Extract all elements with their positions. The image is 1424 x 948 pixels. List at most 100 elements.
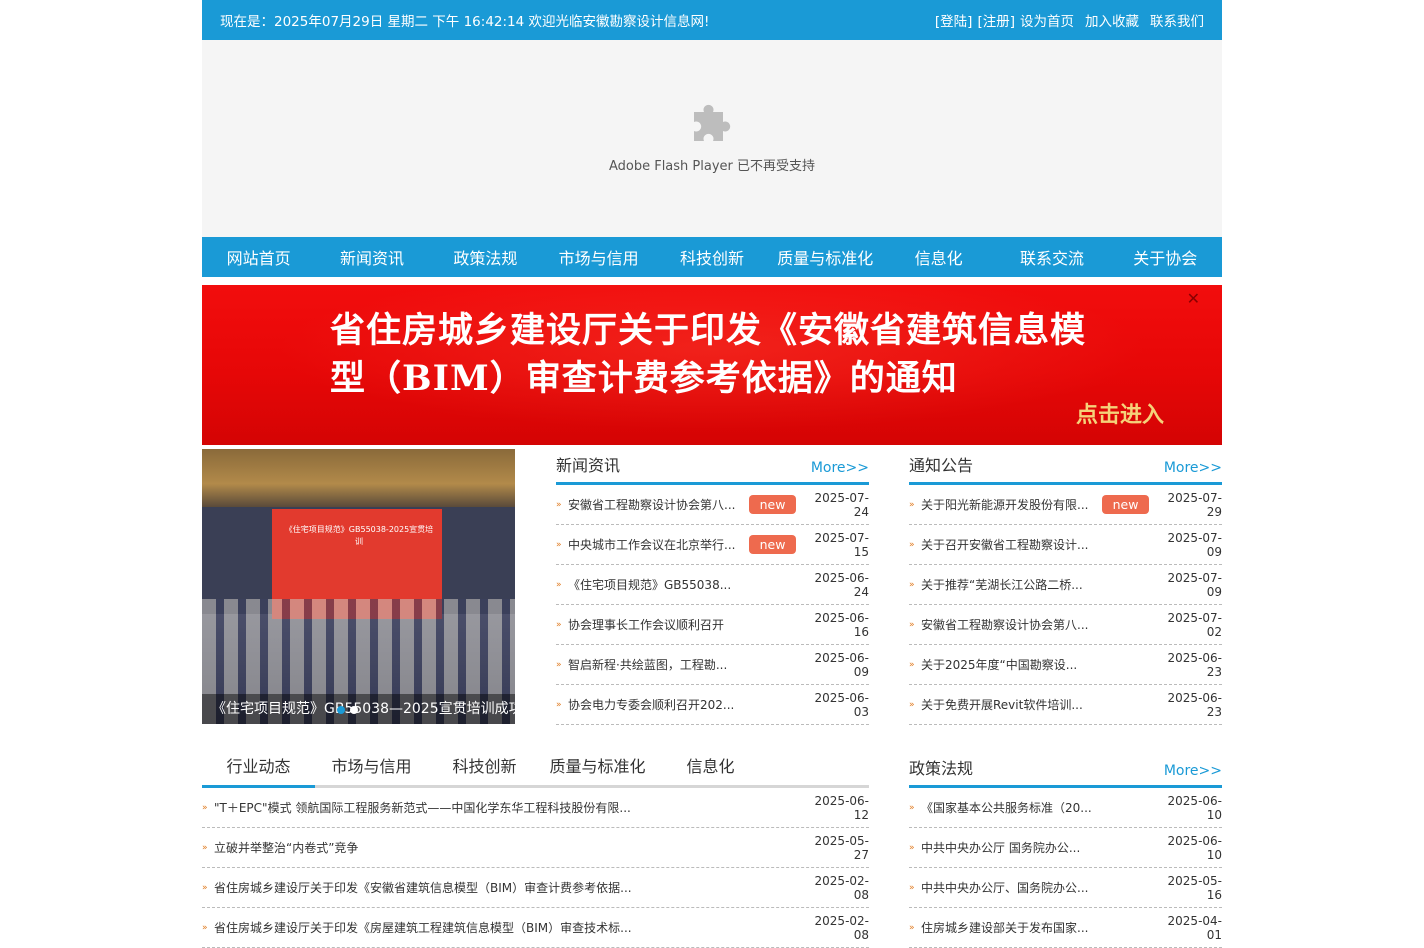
nav-informatization[interactable]: 信息化: [882, 245, 995, 269]
nav-market-credit[interactable]: 市场与信用: [542, 245, 655, 269]
list-item-title[interactable]: 《国家基本公共服务标准（20...: [921, 799, 1154, 816]
tab-informatization[interactable]: 信息化: [654, 753, 767, 785]
slide-stage-text: 《住宅项目规范》GB55038-2025宣贯培训: [284, 525, 434, 546]
tab-tech-innovation[interactable]: 科技创新: [428, 753, 541, 785]
policy-list: » 《国家基本公共服务标准（20... 2025-06-10 » 中共中央办公厅 国务院…: [909, 788, 1222, 948]
list-item-title[interactable]: 关于免费开展Revit软件培训...: [921, 696, 1154, 713]
announcement-banner[interactable]: 省住房城乡建设厅关于印发《安徽省建筑信息模型（BIM）审查计费参考依据》的通知 …: [202, 285, 1222, 445]
list-item[interactable]: » 省住房城乡建设厅关于印发《安徽省建筑信息模型（BIM）审查计费参考依据... 2…: [202, 868, 869, 908]
add-favorite-link[interactable]: 加入收藏: [1085, 10, 1139, 30]
banner-enter-button[interactable]: 点击进入: [1076, 397, 1164, 429]
list-item-title[interactable]: 立破并举整治“内卷式”竞争: [214, 839, 801, 856]
list-item[interactable]: » 关于免费开展Revit软件培训... 2025-06-23: [909, 685, 1222, 725]
slide-caption[interactable]: 《住宅项目规范》GB55038—2025宣贯培训成功举办: [202, 694, 515, 724]
list-item-title[interactable]: 智启新程·共绘蓝图，工程勘...: [568, 656, 801, 673]
list-item-title[interactable]: 省住房城乡建设厅关于印发《安徽省建筑信息模型（BIM）审查计费参考依据...: [214, 879, 801, 896]
bullet-arrow-icon: »: [909, 499, 915, 510]
list-item-date: 2025-06-16: [814, 610, 869, 639]
puzzle-icon: [694, 104, 731, 141]
list-item[interactable]: » 智启新程·共绘蓝图，工程勘... 2025-06-09: [556, 645, 869, 685]
bullet-arrow-icon: »: [909, 802, 915, 813]
industry-panel: 行业动态 市场与信用 科技创新 质量与标准化 信息化 » "T＋EPC"模式 领航…: [202, 750, 869, 948]
list-item[interactable]: » 中共中央办公厅、国务院办公... 2025-05-16: [909, 868, 1222, 908]
tab-industry-news[interactable]: 行业动态: [202, 753, 315, 788]
slider-dot-active[interactable]: [337, 706, 345, 714]
bullet-arrow-icon: »: [909, 579, 915, 590]
list-item-title[interactable]: 中央城市工作会议在北京举行...: [568, 536, 743, 553]
list-item-title[interactable]: 中共中央办公厅 国务院办公...: [921, 839, 1154, 856]
list-item-title[interactable]: 关于推荐“芜湖长江公路二桥...: [921, 576, 1154, 593]
policy-header: 政策法规 More>>: [909, 752, 1222, 788]
news-title: 新闻资讯: [556, 456, 621, 475]
list-item-title[interactable]: 住房城乡建设部关于发布国家...: [921, 919, 1154, 936]
login-link[interactable]: [登陆]: [935, 10, 973, 30]
nav-home[interactable]: 网站首页: [202, 245, 315, 269]
list-item[interactable]: » 安徽省工程勘察设计协会第八... 2025-07-02: [909, 605, 1222, 645]
bullet-arrow-icon: »: [556, 579, 562, 590]
register-link[interactable]: [注册]: [977, 10, 1015, 30]
list-item-date: 2025-07-24: [814, 490, 869, 519]
list-item[interactable]: » 安徽省工程勘察设计协会第八... new 2025-07-24: [556, 485, 869, 525]
list-item-title[interactable]: 省住房城乡建设厅关于印发《房屋建筑工程建筑信息模型（BIM）审查技术标...: [214, 919, 801, 936]
contact-link[interactable]: 联系我们: [1150, 10, 1204, 30]
list-item[interactable]: » "T＋EPC"模式 领航国际工程服务新范式——中国化学东华工程科技股份有限..…: [202, 788, 869, 828]
list-item-title[interactable]: 中共中央办公厅、国务院办公...: [921, 879, 1154, 896]
list-item[interactable]: » 关于召开安徽省工程勘察设计... 2025-07-09: [909, 525, 1222, 565]
list-item[interactable]: » 关于推荐“芜湖长江公路二桥... 2025-07-09: [909, 565, 1222, 605]
industry-list: » "T＋EPC"模式 领航国际工程服务新范式——中国化学东华工程科技股份有限..…: [202, 788, 869, 948]
notices-more-link[interactable]: More>>: [1164, 460, 1222, 476]
list-item[interactable]: » 中共中央办公厅 国务院办公... 2025-06-10: [909, 828, 1222, 868]
notices-list: » 关于阳光新能源开发股份有限... new 2025-07-29 » 关于召开安徽省工程…: [909, 485, 1222, 725]
list-item-title[interactable]: 关于2025年度“中国勘察设...: [921, 656, 1154, 673]
nav-about[interactable]: 关于协会: [1109, 245, 1222, 269]
list-item-date: 2025-07-15: [814, 530, 869, 559]
list-item-title[interactable]: 关于召开安徽省工程勘察设计...: [921, 536, 1154, 553]
bullet-arrow-icon: »: [909, 842, 915, 853]
close-icon[interactable]: ✕: [1187, 289, 1200, 308]
list-item[interactable]: » 协会电力专委会顺利召开202... 2025-06-03: [556, 685, 869, 725]
tab-market-credit[interactable]: 市场与信用: [315, 753, 428, 785]
list-item-title[interactable]: "T＋EPC"模式 领航国际工程服务新范式——中国化学东华工程科技股份有限...: [214, 799, 801, 816]
list-item-title[interactable]: 安徽省工程勘察设计协会第八...: [921, 616, 1154, 633]
list-item[interactable]: » 《国家基本公共服务标准（20... 2025-06-10: [909, 788, 1222, 828]
nav-tech-innovation[interactable]: 科技创新: [655, 245, 768, 269]
list-item-title[interactable]: 协会电力专委会顺利召开202...: [568, 696, 801, 713]
list-item[interactable]: » 省住房城乡建设厅关于印发《房屋建筑工程建筑信息模型（BIM）审查技术标... 2…: [202, 908, 869, 948]
list-item-date: 2025-04-01: [1167, 913, 1222, 942]
bullet-arrow-icon: »: [556, 539, 562, 550]
bullet-arrow-icon: »: [202, 882, 208, 893]
notices-panel: 通知公告 More>> » 关于阳光新能源开发股份有限... new 2025-07-…: [909, 449, 1222, 725]
tab-quality-standard[interactable]: 质量与标准化: [541, 753, 654, 785]
nav-quality-standard[interactable]: 质量与标准化: [769, 245, 882, 269]
slider-dot[interactable]: [350, 706, 358, 714]
bullet-arrow-icon: »: [202, 802, 208, 813]
list-item[interactable]: » 立破并举整治“内卷式”竞争 2025-05-27: [202, 828, 869, 868]
policy-more-link[interactable]: More>>: [1164, 763, 1222, 779]
list-item[interactable]: » 中央城市工作会议在北京举行... new 2025-07-15: [556, 525, 869, 565]
bullet-arrow-icon: »: [909, 539, 915, 550]
list-item[interactable]: » 协会理事长工作会议顺利召开 2025-06-16: [556, 605, 869, 645]
set-homepage-link[interactable]: 设为首页: [1020, 10, 1074, 30]
nav-news[interactable]: 新闻资讯: [315, 245, 428, 269]
bullet-arrow-icon: »: [909, 699, 915, 710]
photo-slider[interactable]: 《住宅项目规范》GB55038-2025宣贯培训 《住宅项目规范》GB55038…: [202, 449, 515, 724]
list-item[interactable]: » 住房城乡建设部关于发布国家... 2025-04-01: [909, 908, 1222, 948]
top-bar: 现在是：2025年07月29日 星期二 下午 16:42:14 欢迎光临安徽勘察…: [202, 0, 1222, 40]
bullet-arrow-icon: »: [909, 922, 915, 933]
news-more-link[interactable]: More>>: [811, 460, 869, 476]
flash-placeholder: Adobe Flash Player 已不再受支持: [202, 40, 1222, 237]
list-item[interactable]: » 《住宅项目规范》GB55038... 2025-06-24: [556, 565, 869, 605]
list-item-date: 2025-06-03: [814, 690, 869, 719]
nav-communication[interactable]: 联系交流: [995, 245, 1108, 269]
list-item-title[interactable]: 关于阳光新能源开发股份有限...: [921, 496, 1096, 513]
list-item[interactable]: » 关于2025年度“中国勘察设... 2025-06-23: [909, 645, 1222, 685]
list-item[interactable]: » 关于阳光新能源开发股份有限... new 2025-07-29: [909, 485, 1222, 525]
list-item-date: 2025-02-08: [814, 913, 869, 942]
list-item-title[interactable]: 安徽省工程勘察设计协会第八...: [568, 496, 743, 513]
news-header: 新闻资讯 More>>: [556, 449, 869, 485]
list-item-title[interactable]: 《住宅项目规范》GB55038...: [568, 576, 801, 593]
policy-title: 政策法规: [909, 759, 974, 778]
list-item-date: 2025-06-09: [814, 650, 869, 679]
nav-policy[interactable]: 政策法规: [429, 245, 542, 269]
list-item-title[interactable]: 协会理事长工作会议顺利召开: [568, 616, 801, 633]
